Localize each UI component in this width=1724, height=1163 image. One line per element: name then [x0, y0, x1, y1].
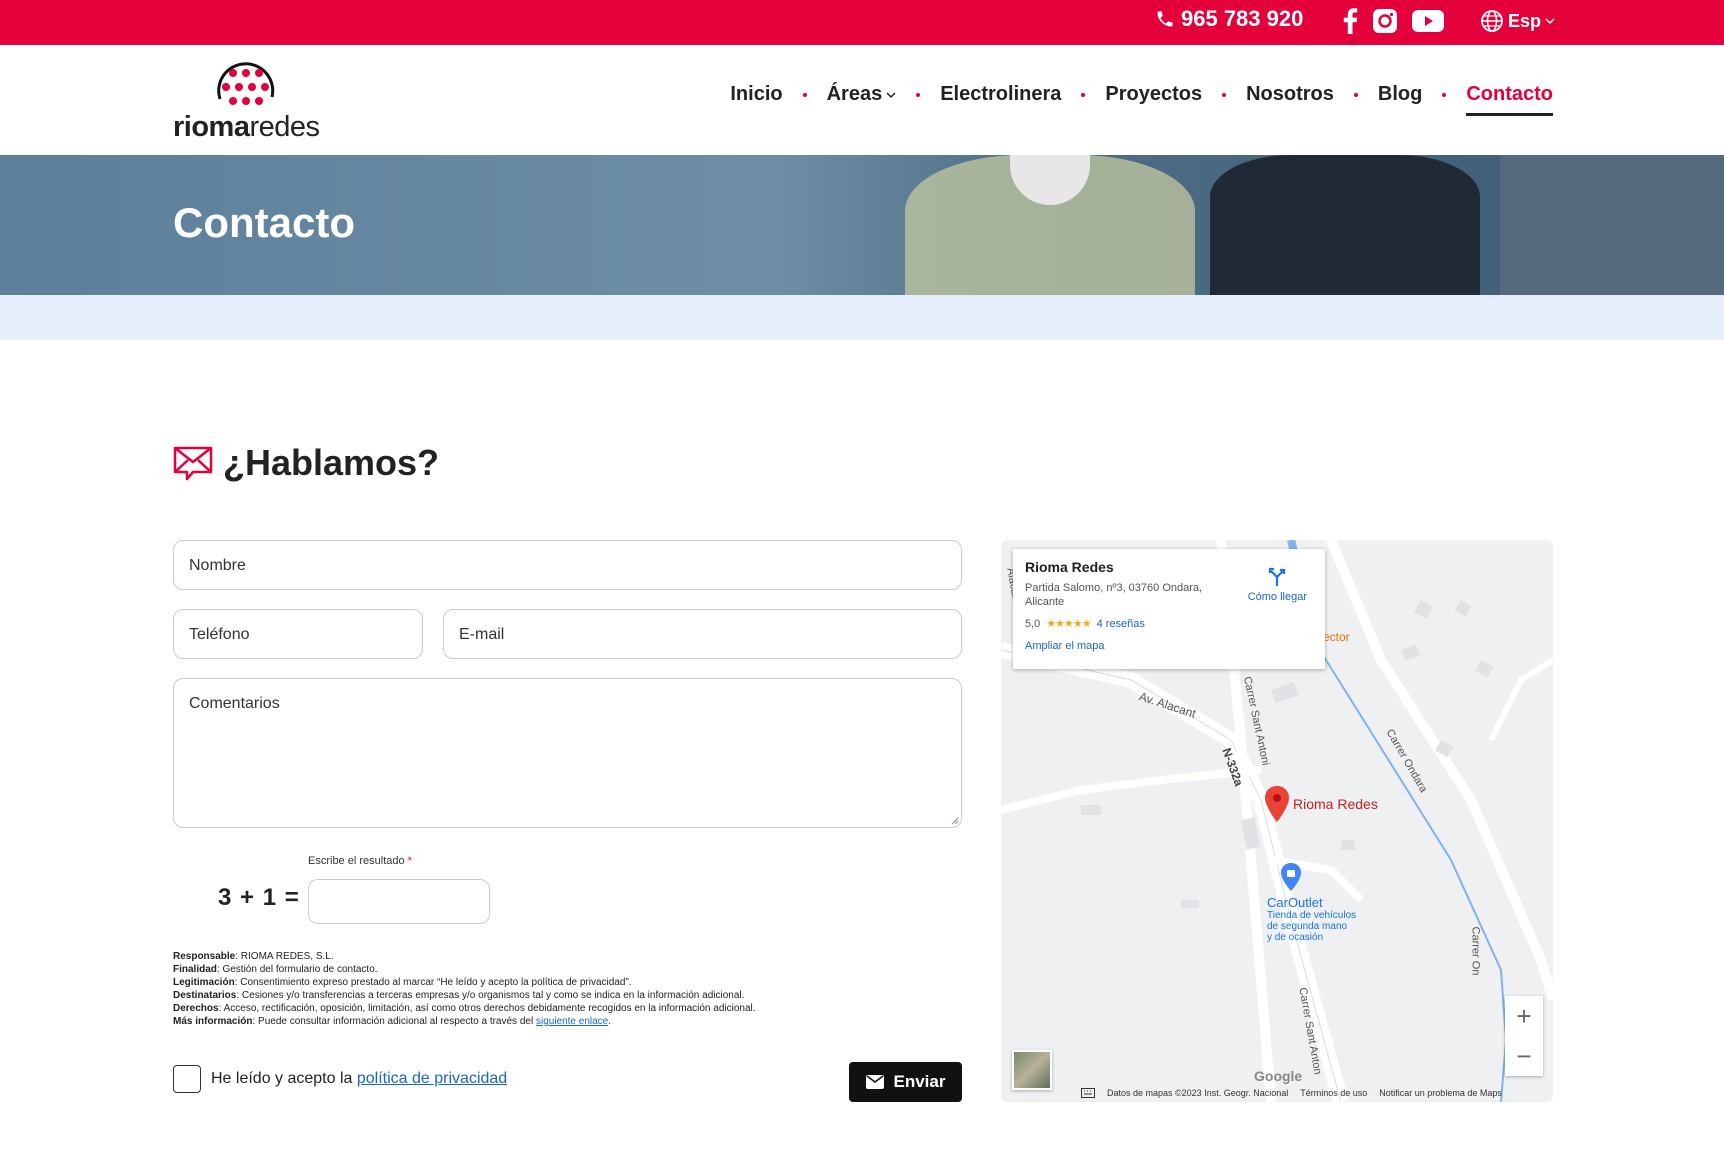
legal-info: Responsable: RIOMA REDES, S.L. Finalidad…: [173, 950, 756, 1028]
map-poi-name: CarOutlet: [1267, 895, 1323, 910]
logo-text: riomaredes: [173, 111, 320, 143]
nav-nosotros[interactable]: Nosotros: [1246, 83, 1334, 106]
google-logo: Google: [1254, 1068, 1303, 1084]
hero-image-panels: [1500, 155, 1724, 295]
legal-line: Más información: Puede consultar informa…: [173, 1016, 612, 1027]
nav-separator: [916, 92, 921, 97]
nav-separator: [1442, 92, 1447, 97]
legal-line: Legitimación: Consentimiento expreso pre…: [173, 977, 632, 988]
location-map[interactable]: Av. Alacant N-332a Carrer Sant Antoni Ca…: [1001, 540, 1553, 1102]
submit-button[interactable]: Enviar: [849, 1062, 962, 1102]
shopping-bag-icon[interactable]: [1280, 863, 1302, 891]
main-header: riomaredes Inicio Áreas Electrolinera Pr…: [0, 45, 1724, 155]
nav-blog[interactable]: Blog: [1378, 83, 1422, 106]
map-road-label: Carrer On: [1469, 926, 1482, 976]
page-hero: Contacto: [0, 155, 1724, 295]
phone-placeholder: Teléfono: [189, 626, 250, 643]
captcha-label: Escribe el resultado *: [308, 855, 412, 867]
main-nav: Inicio Áreas Electrolinera Proyectos Nos…: [730, 83, 1553, 116]
star-icon: ★★★★★: [1046, 618, 1091, 630]
reviews-link[interactable]: 4 reseñas: [1097, 618, 1145, 630]
map-place-address: Partida Salomo, nº3, 03760 Ondara, Alica…: [1025, 582, 1203, 608]
keyboard-icon[interactable]: [1081, 1088, 1095, 1098]
legal-line: Destinatarios: Cesiones y/o transferenci…: [173, 990, 745, 1001]
map-rating: 5,0 ★★★★★ 4 reseñas: [1025, 617, 1313, 631]
legal-line: Finalidad: Gestión del formulario de con…: [173, 964, 378, 975]
globe-icon: [1481, 10, 1503, 32]
nav-separator: [1353, 92, 1358, 97]
phone-number: 965 783 920: [1181, 6, 1304, 31]
facebook-icon[interactable]: [1342, 8, 1358, 34]
phone-link[interactable]: 965 783 920: [1155, 6, 1303, 32]
zoom-in-button[interactable]: +: [1516, 1001, 1531, 1032]
more-info-link[interactable]: siguiente enlace: [536, 1016, 608, 1027]
comments-placeholder: Comentarios: [189, 695, 280, 712]
nav-contacto[interactable]: Contacto: [1466, 83, 1553, 116]
nav-separator: [1222, 92, 1227, 97]
nav-proyectos[interactable]: Proyectos: [1105, 83, 1202, 106]
hero-strip: [0, 295, 1724, 340]
map-data-credit: Datos de mapas ©2023 Inst. Geogr. Nacion…: [1107, 1088, 1289, 1098]
privacy-label: He leído y acepto la política de privaci…: [211, 1070, 508, 1087]
directions-icon: [1269, 567, 1286, 586]
nav-electrolinera[interactable]: Electrolinera: [940, 83, 1061, 106]
legal-line: Derechos: Acceso, rectificación, oposici…: [173, 1003, 756, 1014]
page-title: Contacto: [173, 199, 355, 246]
name-input[interactable]: Nombre: [173, 540, 962, 590]
privacy-policy-link[interactable]: política de privacidad: [357, 1070, 507, 1087]
map-report-link[interactable]: Notificar un problema de Maps: [1379, 1088, 1502, 1098]
map-footer: Datos de mapas ©2023 Inst. Geogr. Nacion…: [1081, 1088, 1502, 1098]
nav-separator: [802, 92, 807, 97]
name-placeholder: Nombre: [189, 557, 246, 574]
location-pin-icon[interactable]: [1264, 786, 1290, 822]
map-terms-link[interactable]: Términos de uso: [1300, 1088, 1367, 1098]
map-poi-desc: Tienda de vehículos: [1267, 910, 1357, 921]
email-placeholder: E-mail: [459, 626, 505, 643]
rating-value: 5,0: [1025, 617, 1041, 630]
map-marker-label: Rioma Redes: [1293, 796, 1378, 812]
top-bar: 965 783 920 Esp: [0, 0, 1724, 45]
captcha-input[interactable]: [308, 879, 490, 924]
legal-line: Responsable: RIOMA REDES, S.L.: [173, 951, 334, 962]
phone-icon: [1157, 11, 1173, 27]
language-label: Esp: [1508, 10, 1542, 31]
instagram-icon[interactable]: [1372, 8, 1398, 34]
language-selector[interactable]: Esp: [1480, 9, 1555, 33]
enlarge-map-link[interactable]: Ampliar el mapa: [1025, 640, 1313, 652]
nav-areas[interactable]: Áreas: [827, 83, 897, 106]
youtube-icon[interactable]: [1412, 9, 1444, 33]
email-input[interactable]: E-mail: [443, 609, 962, 659]
section-title-text: ¿Hablamos?: [223, 442, 440, 483]
directions-label: Cómo llegar: [1247, 591, 1307, 603]
resize-handle-icon[interactable]: [951, 817, 959, 825]
nav-inicio[interactable]: Inicio: [730, 83, 782, 106]
chevron-down-icon: [886, 91, 896, 98]
submit-label: Enviar: [893, 1072, 946, 1091]
zoom-out-button[interactable]: −: [1516, 1041, 1531, 1072]
directions-button[interactable]: Cómo llegar: [1248, 567, 1307, 603]
social-links: [1342, 8, 1444, 34]
nav-separator: [1081, 92, 1086, 97]
map-poi-desc: y de ocasión: [1267, 932, 1324, 943]
chevron-down-icon: [1545, 18, 1555, 25]
envelope-icon: [865, 1075, 884, 1089]
captcha-equation: 3 + 1 =: [218, 884, 300, 911]
phone-input[interactable]: Teléfono: [173, 609, 423, 659]
zoom-controls: + −: [1505, 996, 1543, 1076]
hero-image-suit: [1210, 155, 1480, 295]
comments-textarea[interactable]: Comentarios: [173, 678, 962, 828]
privacy-checkbox[interactable]: [173, 1065, 201, 1093]
section-title: ¿Hablamos?: [173, 442, 439, 484]
satellite-layer-button[interactable]: [1012, 1050, 1052, 1090]
site-logo[interactable]: riomaredes: [173, 59, 323, 147]
map-poi-label: ector: [1323, 630, 1350, 644]
envelope-icon: [173, 446, 213, 481]
map-poi-desc: de segunda mano: [1267, 921, 1348, 932]
map-place-card: Rioma Redes Partida Salomo, nº3, 03760 O…: [1013, 549, 1325, 669]
